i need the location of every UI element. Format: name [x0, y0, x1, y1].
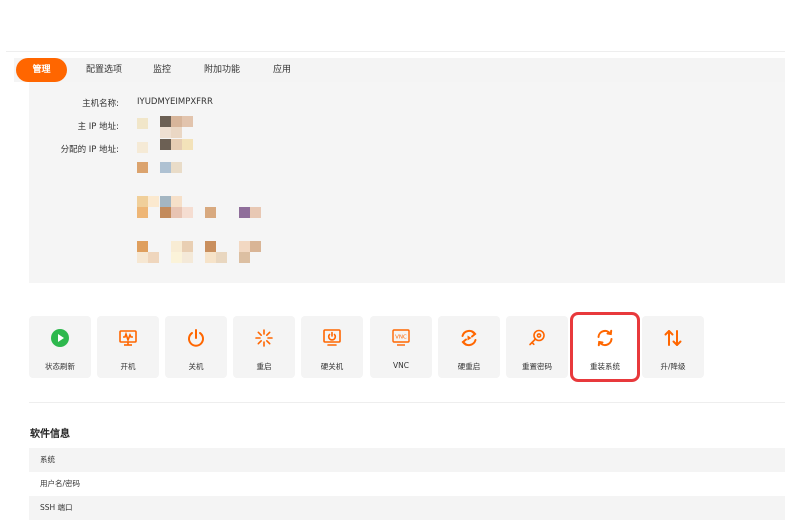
host-info-panel: 主机名称: IYUDMYEIMPXFRR 主 IP 地址: 分配的 IP 地址:: [29, 82, 785, 283]
power-on-monitor-icon: [119, 330, 137, 346]
upgrade-downgrade-button[interactable]: 升/降级: [642, 316, 704, 378]
restart-button[interactable]: 重启: [233, 316, 295, 378]
upgrade-downgrade-label: 升/降级: [660, 362, 686, 371]
hard-shutdown-label: 硬关机: [320, 362, 344, 371]
hostname-value: IYUDMYEIMPXFRR: [137, 97, 213, 107]
play-circle-icon: [51, 329, 69, 347]
power-on-button[interactable]: 开机: [97, 316, 159, 378]
restart-label: 重启: [256, 362, 272, 371]
shutdown-button[interactable]: 关机: [165, 316, 227, 378]
top-divider: [6, 51, 785, 52]
tab-monitor[interactable]: 监控: [144, 58, 180, 82]
refresh-status-button[interactable]: 状态刷新: [29, 316, 91, 378]
reset-password-button[interactable]: 重置密码: [506, 316, 568, 378]
software-row-credentials: 用户名/密码: [40, 479, 81, 488]
hard-restart-icon: [461, 330, 477, 346]
refresh-status-label: 状态刷新: [45, 362, 75, 371]
power-icon: [188, 329, 204, 347]
software-row-system: 系统: [29, 448, 785, 472]
hard-restart-label: 硬重启: [457, 362, 481, 371]
vnc-icon: VNC: [392, 329, 410, 346]
hostname-label: 主机名称:: [82, 99, 119, 109]
reinstall-system-label: 重装系统: [590, 362, 620, 371]
spinner-icon: [255, 329, 273, 347]
tab-addons[interactable]: 附加功能: [200, 58, 244, 82]
software-row-ssh-port: SSH 端口: [29, 496, 785, 520]
tab-manage[interactable]: 管理: [16, 58, 67, 82]
up-down-arrows-icon: [664, 330, 682, 346]
shutdown-label: 关机: [188, 362, 204, 371]
hard-restart-button[interactable]: 硬重启: [438, 316, 500, 378]
key-icon: [529, 329, 545, 346]
tab-apps[interactable]: 应用: [266, 58, 298, 82]
vnc-button[interactable]: VNC VNC: [370, 316, 432, 378]
reinstall-system-button[interactable]: 重装系统: [570, 312, 640, 382]
vnc-label: VNC: [393, 361, 409, 370]
tab-config-options[interactable]: 配置选项: [76, 58, 132, 82]
power-on-label: 开机: [120, 362, 136, 371]
assigned-ip-label: 分配的 IP 地址:: [60, 145, 119, 155]
hard-shutdown-button[interactable]: 硬关机: [301, 316, 363, 378]
section-divider: [29, 402, 785, 403]
main-ip-label: 主 IP 地址:: [77, 122, 119, 132]
svg-text:VNC: VNC: [395, 335, 407, 341]
refresh-icon: [597, 329, 613, 347]
tab-bar: 管理 配置选项 监控 附加功能 应用: [14, 58, 785, 82]
software-info-title: 软件信息: [30, 429, 70, 440]
reset-password-label: 重置密码: [522, 362, 552, 371]
monitor-power-icon: [323, 329, 341, 346]
